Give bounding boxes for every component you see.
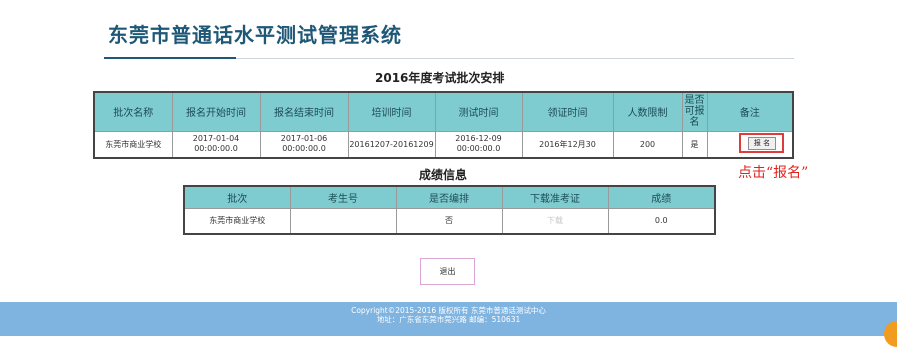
column-header: 领证时间 <box>521 91 614 132</box>
title-divider-accent <box>104 57 236 59</box>
score-cell: 0.0 <box>607 207 716 235</box>
signup-button[interactable]: 报 名 <box>748 137 776 150</box>
download-ticket-link[interactable]: 下载 <box>501 207 609 235</box>
column-header: 批次 <box>183 185 291 209</box>
signup-end-date: 2017-01-06 <box>280 134 328 144</box>
limit-cell: 200 <box>612 130 683 159</box>
batch-name-cell: 东莞市商业学校 <box>93 130 173 159</box>
schedule-header-row: 批次名称 报名开始时间 报名结束时间 培训时间 测试时间 领证时间 人数限制 是… <box>93 91 794 132</box>
test-time: 00:00:00.0 <box>456 144 501 154</box>
column-header: 是否可报名 <box>681 91 708 132</box>
copyright-text: Copyright©2015-2016 版权所有 东莞市普通话测试中心 <box>351 306 546 315</box>
column-header: 批次名称 <box>93 91 173 132</box>
column-header: 备注 <box>706 91 794 132</box>
floating-badge-icon[interactable] <box>884 321 897 347</box>
column-header: 测试时间 <box>434 91 523 132</box>
table-row: 东莞市商业学校 2017-01-04 00:00:00.0 2017-01-06… <box>93 130 794 159</box>
scores-header-row: 批次 考生号 是否编排 下载准考证 成绩 <box>183 185 716 209</box>
column-header: 人数限制 <box>612 91 683 132</box>
score-batch-cell: 东莞市商业学校 <box>183 207 291 235</box>
arranged-cell: 否 <box>395 207 503 235</box>
table-row: 东莞市商业学校 否 下载 0.0 <box>183 207 716 235</box>
test-time-cell: 2016-12-09 00:00:00.0 <box>434 130 523 159</box>
system-title: 东莞市普通话水平测试管理系统 <box>108 23 402 47</box>
schedule-title: 2016年度考试批次安排 <box>375 71 505 85</box>
scores-title: 成绩信息 <box>419 168 468 182</box>
column-header: 考生号 <box>289 185 397 209</box>
certificate-time-cell: 2016年12月30 <box>521 130 614 159</box>
column-header: 报名开始时间 <box>171 91 261 132</box>
address-text: 地址：广东省东莞市莞兴路 邮编：510631 <box>376 315 521 324</box>
schedule-table: 批次名称 报名开始时间 报名结束时间 培训时间 测试时间 领证时间 人数限制 是… <box>93 91 794 159</box>
column-header: 报名结束时间 <box>259 91 349 132</box>
can-signup-cell: 是 <box>681 130 708 159</box>
training-time-cell: 20161207-20161209 <box>347 130 436 159</box>
signup-end-cell: 2017-01-06 00:00:00.0 <box>259 130 349 159</box>
signup-hint: 点击“报名” <box>738 165 809 181</box>
signup-start-time: 00:00:00.0 <box>194 144 238 154</box>
column-header: 培训时间 <box>347 91 436 132</box>
signup-end-time: 00:00:00.0 <box>282 144 326 154</box>
column-header: 是否编排 <box>395 185 503 209</box>
footer: Copyright©2015-2016 版权所有 东莞市普通话测试中心 地址：广… <box>0 302 897 336</box>
candidate-no-cell <box>289 207 397 235</box>
column-header: 下载准考证 <box>501 185 609 209</box>
exit-button[interactable]: 退出 <box>420 258 475 285</box>
test-date: 2016-12-09 <box>455 134 502 144</box>
signup-start-date: 2017-01-04 <box>192 134 240 144</box>
scores-table: 批次 考生号 是否编排 下载准考证 成绩 东莞市商业学校 否 下载 0.0 <box>183 185 716 235</box>
column-header: 成绩 <box>607 185 716 209</box>
signup-start-cell: 2017-01-04 00:00:00.0 <box>171 130 261 159</box>
